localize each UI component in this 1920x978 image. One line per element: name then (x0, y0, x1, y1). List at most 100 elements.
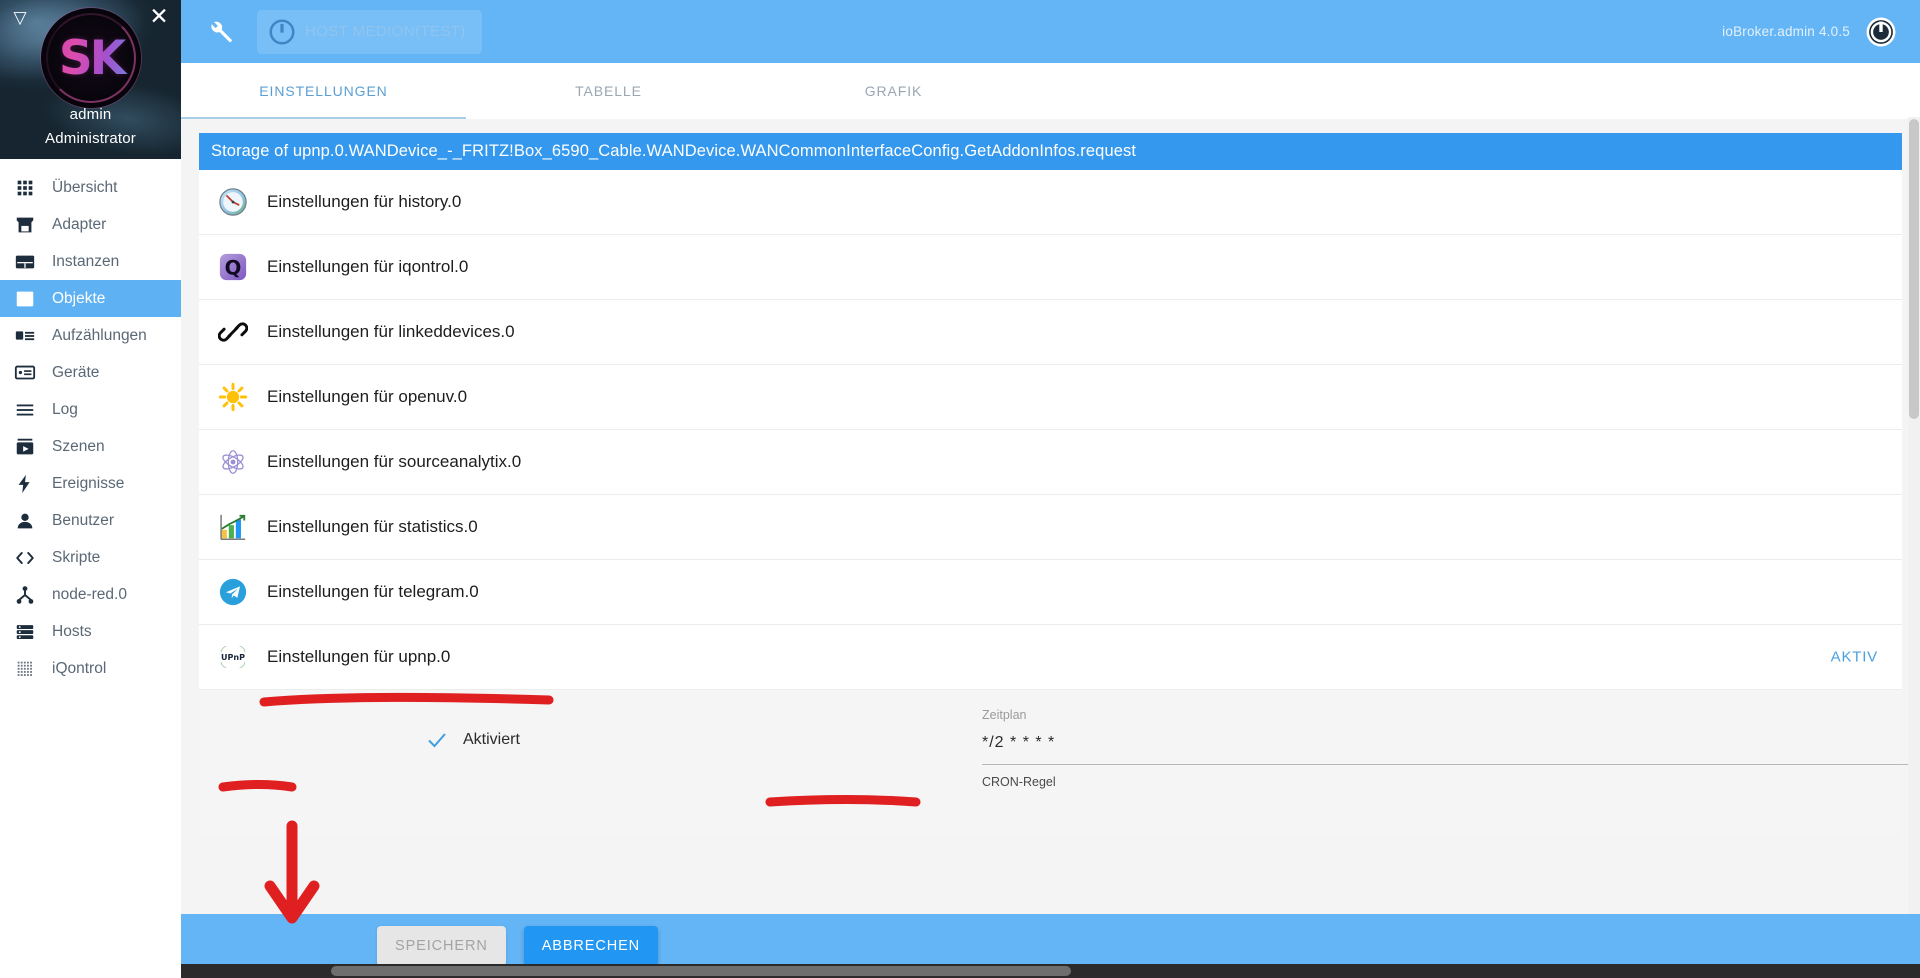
row-label: Einstellungen für openuv.0 (267, 387, 468, 406)
tab-einstellungen[interactable]: EINSTELLUNGEN (181, 63, 466, 119)
table-row[interactable]: Einstellungen für linkeddevices.0 (199, 300, 1902, 365)
enabled-checkbox[interactable]: Aktiviert (425, 728, 520, 752)
sidebar-header: ▽ ✕ SK admin Administrator (0, 0, 181, 159)
code-icon (14, 547, 40, 569)
sidebar-item-instanzen[interactable]: Instanzen (0, 243, 181, 280)
wrench-icon[interactable] (197, 9, 243, 55)
svg-text:UPnP: UPnP (221, 653, 245, 662)
table-row[interactable]: Einstellungen für sourceanalytix.0 (199, 430, 1902, 495)
row-label: Einstellungen für sourceanalytix.0 (267, 452, 522, 471)
content-area: Storage of upnp.0.WANDevice_-_FRITZ!Box_… (181, 119, 1920, 978)
sidebar-item-ger-te[interactable]: Geräte (0, 354, 181, 391)
sidebar-item-log[interactable]: Log (0, 391, 181, 428)
sidebar-item-iqontrol[interactable]: iQontrol (0, 650, 181, 687)
instances-icon (14, 251, 40, 273)
vertical-scrollbar[interactable] (1908, 117, 1920, 914)
avatar[interactable]: SK (41, 8, 141, 108)
close-icon[interactable]: ✕ (147, 4, 171, 28)
sidebar-item-adapter[interactable]: Adapter (0, 206, 181, 243)
tab-label: TABELLE (575, 83, 642, 99)
settings-panel: Storage of upnp.0.WANDevice_-_FRITZ!Box_… (199, 133, 1920, 838)
sun-icon (217, 381, 249, 413)
cancel-button[interactable]: ABBRECHEN (523, 926, 659, 966)
main-area: HOST MEDION(TEST) ioBroker.admin 4.0.5 E… (181, 0, 1920, 978)
telegram-plane-icon (217, 576, 249, 608)
sidebar-item-aufz-hlungen[interactable]: Aufzählungen (0, 317, 181, 354)
sidebar-item-skripte[interactable]: Skripte (0, 539, 181, 576)
sidebar-item-node-red-0[interactable]: node-red.0 (0, 576, 181, 613)
device-icon (14, 362, 40, 384)
lines-icon (14, 399, 40, 421)
horizontal-scrollbar[interactable] (181, 964, 1920, 978)
avatar-initials: SK (41, 8, 141, 108)
tab-label: GRAFIK (864, 83, 923, 99)
schedule-underline (982, 764, 1920, 765)
sidebar-item-objekte[interactable]: Objekte (0, 280, 181, 317)
table-row[interactable]: Einstellungen für statistics.0 (199, 495, 1902, 560)
sidebar-item-szenen[interactable]: Szenen (0, 428, 181, 465)
sidebar-item-bersicht[interactable]: Übersicht (0, 169, 181, 206)
tab-bar: EINSTELLUNGEN TABELLE GRAFIK (181, 63, 1920, 119)
list-icon (14, 288, 40, 310)
dots-icon (14, 658, 40, 680)
sidebar-item-hosts[interactable]: Hosts (0, 613, 181, 650)
tab-grafik[interactable]: GRAFIK (751, 63, 1036, 119)
table-row[interactable]: Einstellungen für telegram.0 (199, 560, 1902, 625)
table-row[interactable]: UPnP Einstellungen für upnp.0 AKTIV (199, 625, 1902, 690)
schedule-field-label: Zeitplan (982, 708, 1027, 722)
sidebar-item-label: Übersicht (52, 178, 118, 196)
host-selector-button[interactable]: HOST MEDION(TEST) (257, 9, 482, 54)
tab-label: EINSTELLUNGEN (259, 83, 388, 99)
sidebar-item-ereignisse[interactable]: Ereignisse (0, 465, 181, 502)
storage-title-text: Storage of upnp.0.WANDevice_-_FRITZ!Box_… (211, 142, 1137, 160)
schedule-helper-text: CRON-Regel (982, 775, 1056, 789)
row-label: Einstellungen für iqontrol.0 (267, 257, 469, 276)
person-icon (14, 510, 40, 532)
bar-chart-icon (217, 511, 249, 543)
caret-down-icon[interactable]: ▽ (10, 8, 30, 28)
row-label: Einstellungen für linkeddevices.0 (267, 322, 515, 341)
app-root: ▽ ✕ SK admin Administrator Übersicht Adap… (0, 0, 1920, 978)
sidebar-item-label: Ereignisse (52, 474, 125, 492)
sidebar-item-benutzer[interactable]: Benutzer (0, 502, 181, 539)
iqontrol-q-icon: Q (217, 251, 249, 283)
bolt-icon (14, 473, 40, 495)
table-row[interactable]: Einstellungen für openuv.0 (199, 365, 1902, 430)
svg-text:Q: Q (225, 257, 242, 280)
sidebar-item-label: Szenen (52, 437, 105, 455)
sidebar-item-label: Benutzer (52, 511, 115, 529)
table-row[interactable]: Q Einstellungen für iqontrol.0 (199, 235, 1902, 300)
storage-title-bar: Storage of upnp.0.WANDevice_-_FRITZ!Box_… (199, 133, 1902, 170)
sidebar-item-label: Skripte (52, 548, 101, 566)
sidebar-username: admin (69, 106, 112, 123)
scene-icon (14, 436, 40, 458)
store-icon (14, 214, 40, 236)
schedule-field: Zeitplan */2 * * * * CRON-Regel (982, 708, 1920, 789)
table-row[interactable]: Einstellungen für history.0 (199, 170, 1902, 235)
atom-icon (217, 446, 249, 478)
upnp-settings-body: Aktiviert Zeitplan */2 * * * * CRON-Rege… (199, 690, 1920, 838)
tab-tabelle[interactable]: TABELLE (466, 63, 751, 119)
iobroker-logo-icon[interactable] (1864, 15, 1898, 49)
nodered-icon (14, 584, 40, 606)
save-button[interactable]: SPEICHERN (377, 926, 506, 966)
host-label: HOST MEDION(TEST) (305, 23, 466, 40)
sidebar-menu: Übersicht Adapter Instanzen Objekte Aufzählu… (0, 159, 181, 687)
status-badge: AKTIV (1830, 648, 1878, 666)
row-label: Einstellungen für history.0 (267, 192, 462, 211)
app-version-label: ioBroker.admin 4.0.5 (1722, 24, 1850, 39)
vertical-scrollbar-thumb[interactable] (1909, 119, 1919, 419)
top-toolbar: HOST MEDION(TEST) ioBroker.admin 4.0.5 (181, 0, 1920, 63)
sidebar: ▽ ✕ SK admin Administrator Übersicht Adap… (0, 0, 181, 978)
sidebar-item-label: iQontrol (52, 659, 107, 677)
server-icon (14, 621, 40, 643)
row-label: Einstellungen für statistics.0 (267, 517, 478, 536)
row-label: Einstellungen für upnp.0 (267, 647, 451, 666)
instance-settings-list: Einstellungen für history.0 Q Einstellunge… (199, 170, 1902, 690)
sidebar-item-label: Log (52, 400, 78, 418)
sidebar-item-label: Geräte (52, 363, 100, 381)
enabled-checkbox-label: Aktiviert (463, 731, 520, 748)
schedule-input[interactable]: */2 * * * * (982, 734, 1920, 764)
upnp-text-icon: UPnP (217, 641, 249, 673)
horizontal-scrollbar-thumb[interactable] (331, 966, 1071, 976)
